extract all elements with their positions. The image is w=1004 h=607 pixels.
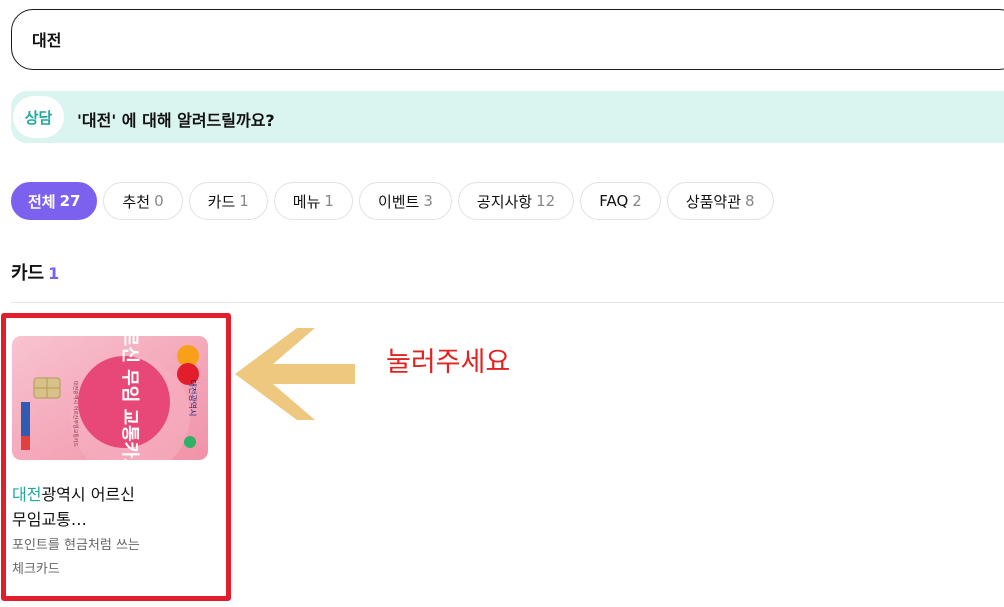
filter-tab-count: 8 <box>745 192 755 210</box>
consult-message: '대전' 에 대해 알려드릴까요? <box>77 111 275 130</box>
search-box[interactable] <box>11 9 1004 70</box>
filter-tab-label: 전체 <box>28 192 56 211</box>
filter-tab-label: 이벤트 <box>377 192 420 211</box>
search-results-page: 상담 '대전' 에 대해 알려드릴까요? 전체 27 추천 0 카드 1 메뉴 … <box>0 0 1004 607</box>
filter-tab-count: 2 <box>632 192 642 210</box>
filter-tabs: 전체 27 추천 0 카드 1 메뉴 1 이벤트 3 공지사항 12 FAQ 2… <box>11 182 774 220</box>
filter-tab-notice[interactable]: 공지사항 12 <box>457 182 575 220</box>
filter-tab-label: 카드 <box>207 192 236 211</box>
filter-tab-label: FAQ <box>599 192 629 210</box>
filter-tab-all[interactable]: 전체 27 <box>11 182 98 220</box>
annotation-text: 눌러주세요 <box>386 347 511 378</box>
filter-tab-terms[interactable]: 상품약관 8 <box>666 182 774 220</box>
filter-tab-count: 3 <box>423 192 433 210</box>
filter-tab-label: 추천 <box>122 192 151 211</box>
section-title-label: 카드 <box>11 263 45 284</box>
filter-tab-count: 12 <box>536 192 556 210</box>
filter-tab-menu[interactable]: 메뉴 1 <box>273 182 353 220</box>
filter-tab-label: 공지사항 <box>476 192 533 211</box>
filter-tab-label: 상품약관 <box>685 192 742 211</box>
section-divider <box>11 302 1004 303</box>
card-image[interactable]: 어르신 무임 교통카드 대전광역시 대전광역시 어르신무임교통카드 <box>12 336 208 460</box>
arrow-left-icon <box>233 326 357 426</box>
filter-tab-event[interactable]: 이벤트 3 <box>358 182 452 220</box>
card-image-title: 어르신 무임 교통카드 <box>119 336 140 460</box>
card-desc-line2: 체크카드 <box>12 562 60 577</box>
filter-tab-card[interactable]: 카드 1 <box>188 182 268 220</box>
consult-banner[interactable]: 상담 '대전' 에 대해 알려드릴까요? <box>11 91 1004 143</box>
search-input[interactable] <box>32 29 732 48</box>
card-result-item[interactable]: 어르신 무임 교통카드 대전광역시 대전광역시 어르신무임교통카드 대전광역시 … <box>1 313 231 601</box>
card-title-highlight: 대전 <box>12 485 42 504</box>
filter-tab-recommend[interactable]: 추천 0 <box>103 182 183 220</box>
filter-tab-count: 27 <box>59 192 81 210</box>
section-title-card: 카드 1 <box>11 259 59 285</box>
card-image-small-text: 대전광역시 어르신무임교통카드 <box>72 381 79 447</box>
filter-tab-count: 0 <box>154 192 164 210</box>
card-image-issuer: 대전광역시 <box>188 380 198 417</box>
card-description: 포인트를 현금처럼 쓰는 체크카드 <box>12 534 212 582</box>
filter-tab-count: 1 <box>239 192 249 210</box>
card-desc-line1: 포인트를 현금처럼 쓰는 <box>12 538 140 553</box>
filter-tab-faq[interactable]: FAQ 2 <box>580 182 661 220</box>
card-title-rest: 광역시 어르신 <box>41 485 135 504</box>
consult-badge: 상담 <box>13 96 64 138</box>
card-title-line2: 무임교통… <box>12 510 87 529</box>
card-title[interactable]: 대전광역시 어르신 무임교통… <box>12 482 212 532</box>
filter-tab-label: 메뉴 <box>292 192 321 211</box>
filter-tab-count: 1 <box>324 192 334 210</box>
section-title-count: 1 <box>48 264 60 283</box>
